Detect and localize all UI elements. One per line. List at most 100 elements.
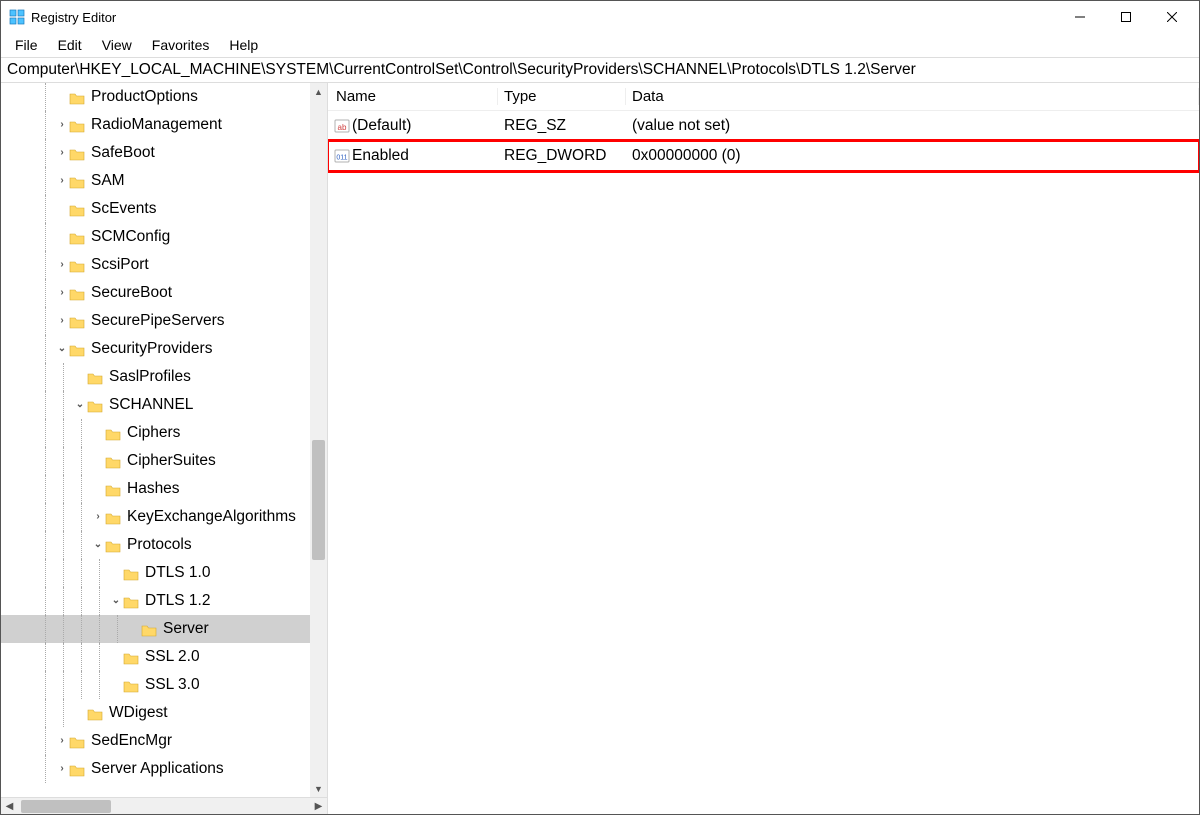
svg-text:ab: ab bbox=[338, 123, 347, 132]
tree-node[interactable]: SSL 2.0 bbox=[1, 643, 327, 671]
column-type[interactable]: Type bbox=[498, 88, 626, 105]
scroll-thumb[interactable] bbox=[21, 800, 111, 813]
chevron-right-icon[interactable] bbox=[55, 167, 69, 195]
folder-icon bbox=[69, 761, 85, 777]
folder-icon bbox=[123, 593, 139, 609]
value-data: (value not set) bbox=[626, 117, 1199, 135]
tree-label: Ciphers bbox=[123, 419, 180, 447]
tree-node[interactable]: SSL 3.0 bbox=[1, 671, 327, 699]
tree-label: WDigest bbox=[105, 699, 168, 727]
tree-node[interactable]: RadioManagement bbox=[1, 111, 327, 139]
tree-node[interactable]: SedEncMgr bbox=[1, 727, 327, 755]
chevron-down-icon[interactable] bbox=[91, 531, 105, 559]
menu-favorites[interactable]: Favorites bbox=[142, 35, 220, 55]
folder-icon bbox=[105, 481, 121, 497]
scroll-left-icon[interactable]: ◀ bbox=[1, 798, 18, 815]
folder-icon bbox=[69, 313, 85, 329]
tree-label: CipherSuites bbox=[123, 447, 216, 475]
tree-node[interactable]: Protocols bbox=[1, 531, 327, 559]
tree-label: RadioManagement bbox=[87, 111, 222, 139]
tree-label: Server Applications bbox=[87, 755, 224, 783]
vertical-scrollbar[interactable]: ▲ ▼ bbox=[310, 83, 327, 797]
chevron-right-icon[interactable] bbox=[55, 307, 69, 335]
tree-node[interactable]: Server Applications bbox=[1, 755, 327, 783]
tree-node[interactable]: SCMConfig bbox=[1, 223, 327, 251]
column-data[interactable]: Data bbox=[626, 88, 1199, 105]
minimize-button[interactable] bbox=[1057, 1, 1103, 33]
tree-label: SafeBoot bbox=[87, 139, 155, 167]
folder-icon bbox=[123, 649, 139, 665]
folder-icon bbox=[69, 117, 85, 133]
folder-icon bbox=[69, 201, 85, 217]
chevron-down-icon[interactable] bbox=[109, 587, 123, 615]
tree-panel: ProductOptionsRadioManagementSafeBootSAM… bbox=[1, 83, 328, 814]
tree-node[interactable]: ScEvents bbox=[1, 195, 327, 223]
tree-label: SedEncMgr bbox=[87, 727, 172, 755]
tree-node[interactable]: SAM bbox=[1, 167, 327, 195]
chevron-right-icon[interactable] bbox=[55, 727, 69, 755]
close-button[interactable] bbox=[1149, 1, 1195, 33]
menu-edit[interactable]: Edit bbox=[48, 35, 92, 55]
chevron-down-icon[interactable] bbox=[73, 391, 87, 419]
horizontal-scrollbar[interactable]: ◀ ▶ bbox=[1, 797, 327, 814]
window-title: Registry Editor bbox=[31, 10, 1057, 25]
tree-node[interactable]: DTLS 1.2 bbox=[1, 587, 327, 615]
tree-label: SecurityProviders bbox=[87, 335, 212, 363]
chevron-down-icon[interactable] bbox=[55, 335, 69, 363]
menu-help[interactable]: Help bbox=[219, 35, 268, 55]
tree-label: SCHANNEL bbox=[105, 391, 193, 419]
tree-node[interactable]: ScsiPort bbox=[1, 251, 327, 279]
tree-node[interactable]: SaslProfiles bbox=[1, 363, 327, 391]
folder-icon bbox=[87, 705, 103, 721]
folder-icon bbox=[87, 369, 103, 385]
folder-icon bbox=[69, 257, 85, 273]
title-bar: Registry Editor bbox=[1, 1, 1199, 33]
tree-node[interactable]: SecureBoot bbox=[1, 279, 327, 307]
folder-icon bbox=[69, 173, 85, 189]
value-row[interactable]: 011EnabledREG_DWORD0x00000000 (0) bbox=[328, 141, 1199, 171]
dword-value-icon: 011 bbox=[334, 148, 350, 164]
tree-node[interactable]: SafeBoot bbox=[1, 139, 327, 167]
tree-node[interactable]: SCHANNEL bbox=[1, 391, 327, 419]
tree-node[interactable]: ProductOptions bbox=[1, 83, 327, 111]
tree-node[interactable]: WDigest bbox=[1, 699, 327, 727]
string-value-icon: ab bbox=[334, 118, 350, 134]
scroll-down-icon[interactable]: ▼ bbox=[310, 780, 327, 797]
chevron-right-icon[interactable] bbox=[55, 279, 69, 307]
tree-label: ProductOptions bbox=[87, 83, 198, 111]
scroll-right-icon[interactable]: ▶ bbox=[310, 798, 327, 815]
menu-view[interactable]: View bbox=[92, 35, 142, 55]
folder-icon bbox=[141, 621, 157, 637]
tree-node[interactable]: SecurityProviders bbox=[1, 335, 327, 363]
chevron-right-icon[interactable] bbox=[55, 251, 69, 279]
tree-label: SaslProfiles bbox=[105, 363, 191, 391]
value-row[interactable]: ab(Default)REG_SZ(value not set) bbox=[328, 111, 1199, 141]
chevron-right-icon[interactable] bbox=[55, 755, 69, 783]
tree-label: ScsiPort bbox=[87, 251, 149, 279]
maximize-button[interactable] bbox=[1103, 1, 1149, 33]
scroll-thumb[interactable] bbox=[312, 440, 325, 560]
chevron-right-icon[interactable] bbox=[91, 503, 105, 531]
tree-node[interactable]: Server bbox=[1, 615, 327, 643]
column-name[interactable]: Name bbox=[328, 88, 498, 105]
chevron-right-icon[interactable] bbox=[55, 111, 69, 139]
folder-icon bbox=[123, 677, 139, 693]
tree-node[interactable]: Hashes bbox=[1, 475, 327, 503]
menu-file[interactable]: File bbox=[5, 35, 48, 55]
tree-label: Protocols bbox=[123, 531, 192, 559]
tree-node[interactable]: DTLS 1.0 bbox=[1, 559, 327, 587]
folder-icon bbox=[105, 453, 121, 469]
chevron-right-icon[interactable] bbox=[55, 139, 69, 167]
address-input[interactable] bbox=[7, 61, 1193, 79]
tree-label: SSL 2.0 bbox=[141, 643, 200, 671]
tree-node[interactable]: CipherSuites bbox=[1, 447, 327, 475]
tree-node[interactable]: SecurePipeServers bbox=[1, 307, 327, 335]
tree-label: KeyExchangeAlgorithms bbox=[123, 503, 296, 531]
value-type: REG_SZ bbox=[498, 117, 626, 135]
scroll-up-icon[interactable]: ▲ bbox=[310, 83, 327, 100]
tree-label: DTLS 1.0 bbox=[141, 559, 210, 587]
tree-label: DTLS 1.2 bbox=[141, 587, 210, 615]
tree-node[interactable]: Ciphers bbox=[1, 419, 327, 447]
tree-node[interactable]: KeyExchangeAlgorithms bbox=[1, 503, 327, 531]
folder-icon bbox=[87, 397, 103, 413]
